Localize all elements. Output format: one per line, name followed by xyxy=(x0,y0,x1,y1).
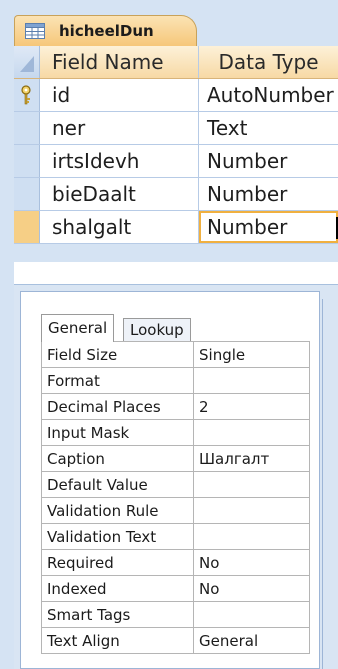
grid-empty-row[interactable] xyxy=(14,262,338,285)
property-name: Validation Rule xyxy=(41,497,194,524)
property-value[interactable]: Шалгалт xyxy=(193,445,310,472)
property-row[interactable]: Indexed No xyxy=(41,575,310,602)
grid-header-row: Field Name Data Type xyxy=(14,46,338,79)
property-row[interactable]: Decimal Places 2 xyxy=(41,393,310,420)
row-selector-active[interactable] xyxy=(14,211,40,243)
property-value[interactable] xyxy=(193,367,310,394)
data-type-cell[interactable]: Text xyxy=(199,112,338,144)
property-sheet: Field Size Single Format Decimal Places … xyxy=(41,341,310,654)
property-row[interactable]: Validation Rule xyxy=(41,497,310,524)
property-row[interactable]: Format xyxy=(41,367,310,394)
property-value[interactable] xyxy=(193,601,310,628)
property-name: Input Mask xyxy=(41,419,194,446)
field-properties-pane: General Lookup Field Size Single Format … xyxy=(14,284,338,669)
header-data-type[interactable]: Data Type xyxy=(199,46,338,78)
property-value[interactable]: General xyxy=(193,627,310,654)
property-row[interactable]: Validation Text xyxy=(41,523,310,550)
field-name-cell[interactable]: ner xyxy=(40,112,199,144)
property-name: Validation Text xyxy=(41,523,194,550)
property-value[interactable]: No xyxy=(193,575,310,602)
data-type-cell[interactable]: AutoNumber xyxy=(199,79,338,111)
property-row[interactable]: Caption Шалгалт xyxy=(41,445,310,472)
property-value[interactable]: 2 xyxy=(193,393,310,420)
tab-lookup[interactable]: Lookup xyxy=(123,318,191,341)
field-name-cell[interactable]: shalgalt xyxy=(40,211,199,243)
tab-hicheeldun[interactable]: hicheelDun xyxy=(14,15,197,46)
field-name-cell[interactable]: id xyxy=(40,79,199,111)
property-value[interactable]: Single xyxy=(193,341,310,368)
property-value[interactable] xyxy=(193,497,310,524)
header-field-name[interactable]: Field Name xyxy=(40,46,199,78)
row-selector[interactable] xyxy=(14,79,40,111)
field-name-cell[interactable]: bieDaalt xyxy=(40,178,199,210)
property-name: Format xyxy=(41,367,194,394)
row-selector[interactable] xyxy=(14,112,40,144)
table-icon xyxy=(25,23,45,39)
property-name: Decimal Places xyxy=(41,393,194,420)
property-name: Required xyxy=(41,549,194,576)
property-row[interactable]: Smart Tags xyxy=(41,601,310,628)
property-name: Default Value xyxy=(41,471,194,498)
property-row[interactable]: Text Align General xyxy=(41,627,310,654)
property-value[interactable] xyxy=(193,471,310,498)
property-name: Smart Tags xyxy=(41,601,194,628)
corner-triangle-icon xyxy=(20,56,34,72)
property-name: Caption xyxy=(41,445,194,472)
property-name: Text Align xyxy=(41,627,194,654)
row-selector[interactable] xyxy=(14,145,40,177)
field-name-cell[interactable]: irtsIdevh xyxy=(40,145,199,177)
tab-general[interactable]: General xyxy=(41,314,115,342)
primary-key-icon xyxy=(21,85,31,105)
property-name: Field Size xyxy=(41,341,194,368)
property-help-pane xyxy=(322,299,338,669)
tab-title: hicheelDun xyxy=(59,22,154,40)
property-row[interactable]: Input Mask xyxy=(41,419,310,446)
property-value[interactable] xyxy=(193,523,310,550)
property-name: Indexed xyxy=(41,575,194,602)
tab-bar: hicheelDun xyxy=(0,0,338,46)
properties-panel: General Lookup Field Size Single Format … xyxy=(20,291,320,669)
property-row[interactable]: Field Size Single xyxy=(41,341,310,368)
data-type-cell-selected[interactable]: Number xyxy=(199,211,338,243)
grid-row-shalgalt[interactable]: shalgalt Number xyxy=(14,211,338,244)
grid-row-irtsidevh[interactable]: irtsIdevh Number xyxy=(14,145,338,178)
grid-row-ner[interactable]: ner Text xyxy=(14,112,338,145)
property-value[interactable]: No xyxy=(193,549,310,576)
property-row[interactable]: Default Value xyxy=(41,471,310,498)
property-row[interactable]: Required No xyxy=(41,549,310,576)
row-selector[interactable] xyxy=(14,178,40,210)
grid-row-biedaalt[interactable]: bieDaalt Number xyxy=(14,178,338,211)
select-all-corner[interactable] xyxy=(14,46,40,78)
grid-row-id[interactable]: id AutoNumber xyxy=(14,79,338,112)
field-design-grid: Field Name Data Type id AutoNumber ner T… xyxy=(14,46,338,244)
data-type-cell[interactable]: Number xyxy=(199,178,338,210)
data-type-cell[interactable]: Number xyxy=(199,145,338,177)
property-value[interactable] xyxy=(193,419,310,446)
